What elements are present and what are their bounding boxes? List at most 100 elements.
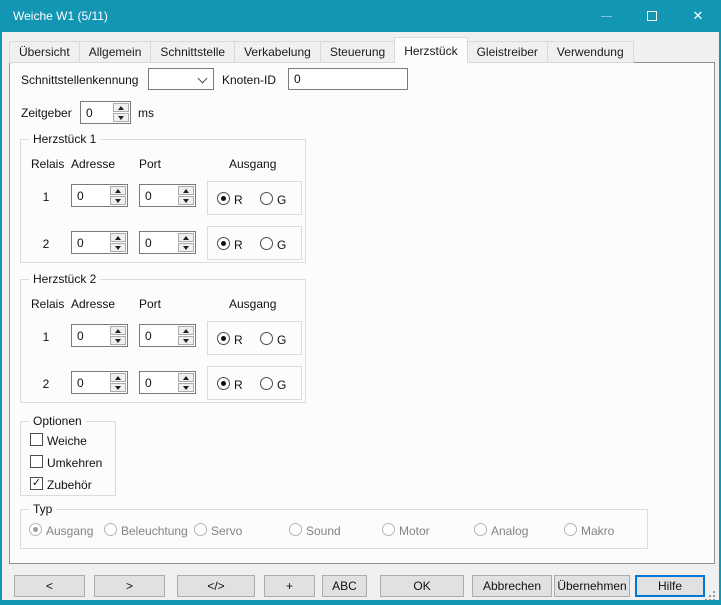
radio-analog	[474, 523, 487, 536]
knoten-id-value: 0	[294, 72, 301, 86]
hilfe-button[interactable]: Hilfe	[635, 575, 705, 597]
tab-strip: Übersicht Allgemein Schnittstelle Verkab…	[9, 37, 633, 63]
checkbox-umkehren[interactable]	[30, 455, 43, 468]
spin-down-icon[interactable]	[113, 113, 129, 122]
radio-servo	[194, 523, 207, 536]
radio-ausgang-label: Ausgang	[46, 524, 93, 538]
relais-header: Relais	[31, 157, 64, 171]
checkbox-zubehoer-label: Zubehör	[47, 478, 92, 492]
radio-r-label: R	[234, 333, 243, 347]
adresse-stepper[interactable]: 0	[71, 324, 128, 347]
tab-verwendung[interactable]: Verwendung	[547, 41, 634, 63]
herzstueck-1-title: Herzstück 1	[29, 132, 100, 146]
spin-up-icon[interactable]	[110, 233, 126, 242]
relais-number: 1	[31, 190, 61, 204]
radio-g-label: G	[277, 238, 286, 252]
checkbox-weiche[interactable]	[30, 433, 43, 446]
radio-g-label: G	[277, 193, 286, 207]
port-header: Port	[139, 297, 161, 311]
herzstueck-1-group: Herzstück 1 Relais Adresse Port Ausgang …	[20, 139, 306, 263]
relais-number: 1	[31, 330, 61, 344]
port-stepper[interactable]: 0	[139, 371, 196, 394]
maximize-button[interactable]	[629, 0, 675, 32]
spin-down-icon[interactable]	[178, 383, 194, 392]
abbrechen-button[interactable]: Abbrechen	[472, 575, 552, 597]
spin-up-icon[interactable]	[178, 233, 194, 242]
radio-r[interactable]	[217, 192, 230, 205]
zeitgeber-stepper[interactable]: 0	[80, 101, 131, 124]
ok-button[interactable]: OK	[380, 575, 464, 597]
adresse-value: 0	[77, 376, 84, 390]
radio-r[interactable]	[217, 377, 230, 390]
tab-steuerung[interactable]: Steuerung	[320, 41, 395, 63]
spin-down-icon[interactable]	[178, 196, 194, 205]
spin-down-icon[interactable]	[178, 336, 194, 345]
spin-up-icon[interactable]	[178, 373, 194, 382]
zeitgeber-label: Zeitgeber	[21, 106, 72, 120]
spin-up-icon[interactable]	[110, 326, 126, 335]
port-header: Port	[139, 157, 161, 171]
knoten-id-label: Knoten-ID	[222, 73, 276, 87]
radio-r[interactable]	[217, 237, 230, 250]
herzstueck-2-group: Herzstück 2 Relais Adresse Port Ausgang …	[20, 279, 306, 403]
port-stepper[interactable]: 0	[139, 324, 196, 347]
checkbox-umkehren-label: Umkehren	[47, 456, 102, 470]
ausgang-radio-group: R G	[207, 321, 302, 355]
abc-button[interactable]: ABC	[322, 575, 367, 597]
radio-g[interactable]	[260, 332, 273, 345]
radio-g-label: G	[277, 333, 286, 347]
tab-schnittstelle[interactable]: Schnittstelle	[150, 41, 235, 63]
tab-verkabelung[interactable]: Verkabelung	[234, 41, 321, 63]
port-value: 0	[145, 376, 152, 390]
tab-herzstueck[interactable]: Herzstück	[394, 37, 467, 63]
radio-servo-label: Servo	[211, 524, 242, 538]
code-button[interactable]: </>	[177, 575, 255, 597]
add-button[interactable]: +	[264, 575, 315, 597]
radio-r[interactable]	[217, 332, 230, 345]
knoten-id-input[interactable]: 0	[288, 68, 408, 90]
radio-beleuchtung-label: Beleuchtung	[121, 524, 188, 538]
adresse-value: 0	[77, 329, 84, 343]
checkbox-zubehoer[interactable]: ✓	[30, 477, 43, 490]
spin-down-icon[interactable]	[110, 196, 126, 205]
spin-up-icon[interactable]	[113, 103, 129, 112]
radio-sound-label: Sound	[306, 524, 341, 538]
spin-down-icon[interactable]	[110, 383, 126, 392]
next-button[interactable]: >	[94, 575, 165, 597]
adresse-stepper[interactable]: 0	[71, 231, 128, 254]
radio-analog-label: Analog	[491, 524, 528, 538]
spin-up-icon[interactable]	[178, 326, 194, 335]
port-stepper[interactable]: 0	[139, 231, 196, 254]
adresse-stepper[interactable]: 0	[71, 371, 128, 394]
schnittstellenkennung-select[interactable]	[148, 68, 214, 90]
adresse-header: Adresse	[71, 157, 115, 171]
radio-motor	[382, 523, 395, 536]
uebernehmen-button[interactable]: Übernehmen	[554, 575, 630, 597]
port-stepper[interactable]: 0	[139, 184, 196, 207]
adresse-stepper[interactable]: 0	[71, 184, 128, 207]
spin-up-icon[interactable]	[110, 373, 126, 382]
typ-title: Typ	[29, 502, 56, 516]
optionen-title: Optionen	[29, 414, 86, 428]
spin-up-icon[interactable]	[178, 186, 194, 195]
tab-uebersicht[interactable]: Übersicht	[9, 41, 80, 63]
port-value: 0	[145, 329, 152, 343]
spin-up-icon[interactable]	[110, 186, 126, 195]
ausgang-radio-group: R G	[207, 181, 302, 215]
tab-allgemein[interactable]: Allgemein	[79, 41, 152, 63]
tab-gleistreiber[interactable]: Gleistreiber	[467, 41, 548, 63]
radio-ausgang	[29, 523, 42, 536]
radio-g[interactable]	[260, 237, 273, 250]
resize-grip[interactable]	[713, 591, 715, 593]
title-bar[interactable]: Weiche W1 (5/11) ✕	[0, 0, 721, 32]
radio-motor-label: Motor	[399, 524, 430, 538]
relais-header: Relais	[31, 297, 64, 311]
radio-g[interactable]	[260, 192, 273, 205]
minimize-icon	[601, 16, 612, 17]
prev-button[interactable]: <	[14, 575, 85, 597]
spin-down-icon[interactable]	[110, 336, 126, 345]
close-button[interactable]: ✕	[675, 0, 721, 32]
spin-down-icon[interactable]	[110, 243, 126, 252]
spin-down-icon[interactable]	[178, 243, 194, 252]
radio-g[interactable]	[260, 377, 273, 390]
